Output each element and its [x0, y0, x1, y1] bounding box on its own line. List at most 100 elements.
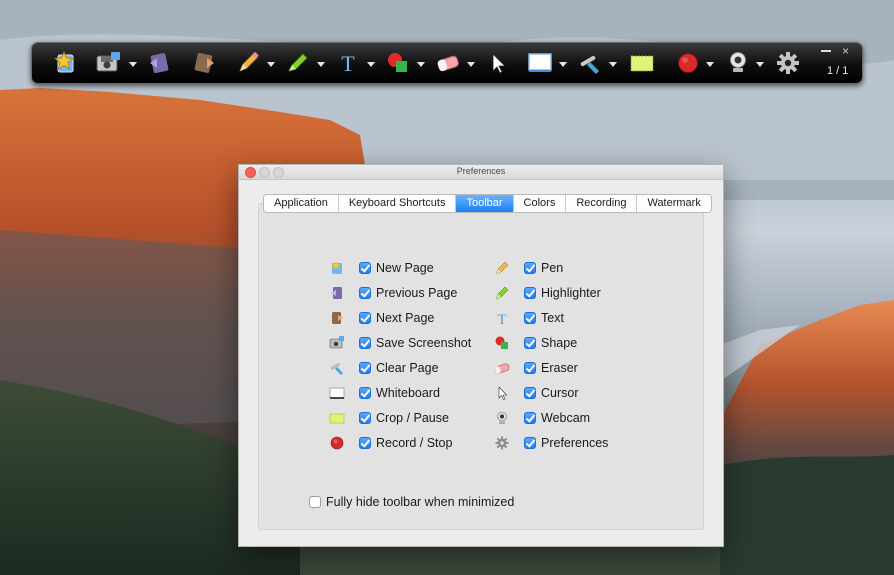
clear-page-icon[interactable] — [576, 49, 604, 77]
list-item: Record / Stop — [329, 434, 452, 452]
highlighter-icon — [494, 285, 510, 301]
text-checkbox[interactable] — [524, 312, 536, 324]
cursor-icon — [494, 385, 510, 401]
list-item: Previous Page — [329, 284, 457, 302]
list-item: Shape — [494, 334, 577, 352]
cursor-icon[interactable] — [484, 49, 512, 77]
webcam-icon — [494, 410, 510, 426]
webcam-options-caret[interactable] — [756, 62, 764, 67]
floating-toolbar: T × 1 / 1 — [31, 42, 863, 84]
webcam-checkbox[interactable] — [524, 412, 536, 424]
hide-toolbar-option: Fully hide toolbar when minimized — [309, 493, 514, 511]
crop-pause-checkbox[interactable] — [359, 412, 371, 424]
webcam-icon[interactable] — [724, 49, 752, 77]
next-page-label: Next Page — [376, 311, 435, 325]
whiteboard-icon[interactable] — [526, 49, 554, 77]
tab-keyboard-shortcuts[interactable]: Keyboard Shortcuts — [338, 195, 457, 212]
whiteboard-icon — [329, 385, 345, 401]
svg-text:T: T — [341, 51, 355, 76]
window-title: Preferences — [456, 166, 506, 176]
list-item: Whiteboard — [329, 384, 440, 402]
list-item: Cursor — [494, 384, 579, 402]
pen-options-caret[interactable] — [267, 62, 275, 67]
preferences-window: Preferences New Page Previous Page Next … — [238, 164, 724, 547]
save-options-caret[interactable] — [129, 62, 137, 67]
clear-options-caret[interactable] — [609, 62, 617, 67]
list-item: Highlighter — [494, 284, 601, 302]
shape-icon[interactable] — [384, 49, 412, 77]
tab-recording[interactable]: Recording — [566, 195, 638, 212]
pen-label: Pen — [541, 261, 564, 275]
list-item: Next Page — [329, 309, 434, 327]
tab-colors[interactable]: Colors — [513, 195, 567, 212]
record-stop-label: Record / Stop — [376, 436, 453, 450]
close-toolbar-button[interactable]: × — [842, 44, 849, 58]
new-page-checkbox[interactable] — [359, 262, 371, 274]
eraser-checkbox[interactable] — [524, 362, 536, 374]
next-page-icon — [329, 310, 345, 326]
previous-page-icon — [329, 285, 345, 301]
pen-checkbox[interactable] — [524, 262, 536, 274]
save-screenshot-icon[interactable] — [94, 49, 122, 77]
eraser-icon[interactable] — [434, 49, 462, 77]
highlighter-options-caret[interactable] — [317, 62, 325, 67]
pencil-icon[interactable] — [234, 49, 262, 77]
clear-page-icon — [329, 360, 345, 376]
list-item: Preferences — [494, 434, 608, 452]
svg-text:T: T — [497, 312, 506, 326]
list-item: Eraser — [494, 359, 578, 377]
hide-toolbar-label: Fully hide toolbar when minimized — [326, 495, 515, 509]
previous-page-checkbox[interactable] — [359, 287, 371, 299]
hide-toolbar-checkbox[interactable] — [309, 496, 321, 508]
tab-application[interactable]: Application — [264, 195, 339, 212]
gear-icon — [494, 435, 510, 451]
preferences-tabs: Application Keyboard Shortcuts Toolbar C… — [263, 194, 712, 213]
toolbar-settings-panel: New Page Previous Page Next Page Save Sc… — [258, 203, 704, 530]
text-options-caret[interactable] — [367, 62, 375, 67]
whiteboard-checkbox[interactable] — [359, 387, 371, 399]
record-stop-checkbox[interactable] — [359, 437, 371, 449]
save-screenshot-checkbox[interactable] — [359, 337, 371, 349]
list-item: Webcam — [494, 409, 590, 427]
text-icon[interactable]: T — [334, 49, 362, 77]
minimize-toolbar-button[interactable] — [821, 50, 831, 52]
preferences-label: Preferences — [541, 436, 609, 450]
previous-page-icon[interactable] — [146, 49, 174, 77]
gear-icon[interactable] — [774, 49, 802, 77]
new-page-star-icon[interactable] — [52, 49, 80, 77]
save-screenshot-label: Save Screenshot — [376, 336, 472, 350]
next-page-checkbox[interactable] — [359, 312, 371, 324]
page-indicator: 1 / 1 — [827, 65, 849, 77]
crop-icon[interactable] — [628, 49, 656, 77]
list-item: Crop / Pause — [329, 409, 449, 427]
crop-icon — [329, 410, 345, 426]
eraser-label: Eraser — [541, 361, 578, 375]
list-item: New Page — [329, 259, 434, 277]
list-item: Clear Page — [329, 359, 439, 377]
clear-page-label: Clear Page — [376, 361, 439, 375]
cursor-checkbox[interactable] — [524, 387, 536, 399]
highlighter-label: Highlighter — [541, 286, 601, 300]
preferences-checkbox[interactable] — [524, 437, 536, 449]
whiteboard-options-caret[interactable] — [559, 62, 567, 67]
tab-watermark[interactable]: Watermark — [637, 195, 711, 212]
shape-label: Shape — [541, 336, 578, 350]
record-options-caret[interactable] — [706, 62, 714, 67]
eraser-icon — [494, 360, 510, 376]
eraser-options-caret[interactable] — [467, 62, 475, 67]
next-page-icon[interactable] — [190, 49, 218, 77]
shape-options-caret[interactable] — [417, 62, 425, 67]
tab-toolbar[interactable]: Toolbar — [456, 195, 514, 212]
cursor-label: Cursor — [541, 386, 579, 400]
record-icon[interactable] — [674, 49, 702, 77]
list-item: T Text — [494, 309, 564, 327]
shape-checkbox[interactable] — [524, 337, 536, 349]
highlighter-checkbox[interactable] — [524, 287, 536, 299]
clear-page-checkbox[interactable] — [359, 362, 371, 374]
new-page-icon — [329, 260, 345, 276]
list-item: Pen — [494, 259, 563, 277]
webcam-label: Webcam — [541, 411, 591, 425]
new-page-label: New Page — [376, 261, 434, 275]
highlighter-icon[interactable] — [284, 49, 312, 77]
previous-page-label: Previous Page — [376, 286, 458, 300]
